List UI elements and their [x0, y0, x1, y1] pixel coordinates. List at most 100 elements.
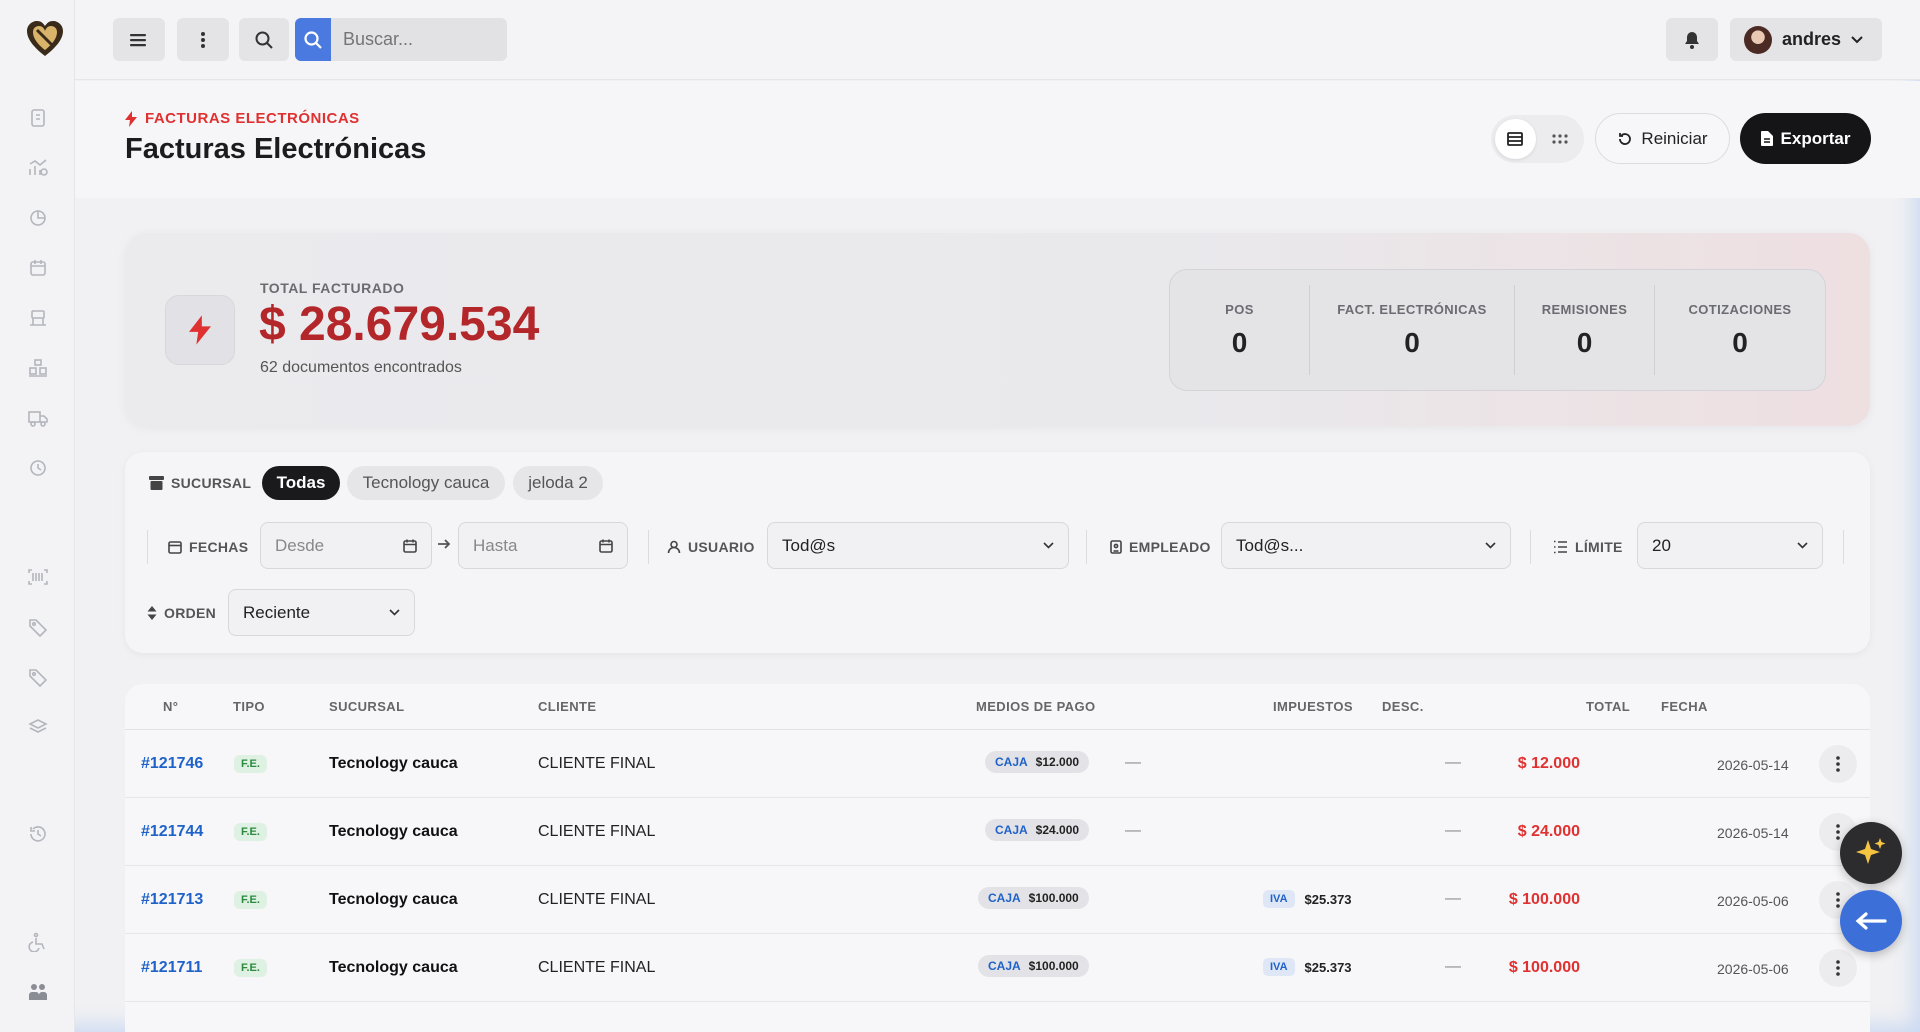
sidebar: [0, 0, 75, 1032]
layers-icon[interactable]: [26, 715, 50, 739]
history-icon[interactable]: [26, 822, 50, 846]
fecha-cell: 2026-05-06: [1717, 961, 1789, 977]
cliente-cell: CLIENTE FINAL: [538, 891, 656, 908]
date-from-input[interactable]: Desde: [260, 522, 432, 569]
kebab-icon: [1836, 892, 1840, 908]
orden-select[interactable]: Reciente: [228, 589, 415, 636]
sucursal-label-text: SUCURSAL: [171, 475, 252, 491]
tags-icon[interactable]: [26, 665, 50, 689]
usuario-label-text: USUARIO: [688, 539, 755, 555]
topbar: andres: [75, 0, 1920, 80]
grid-view-button[interactable]: [1540, 119, 1581, 159]
limite-select[interactable]: 20: [1637, 522, 1823, 569]
impuestos-cell: IVA $25.373: [1263, 955, 1352, 979]
branch-chip-jeloda-2[interactable]: jeloda 2: [513, 466, 603, 500]
chevron-down-icon: [389, 609, 400, 616]
payment-badge: CAJA $100.000: [978, 955, 1089, 977]
table-row[interactable]: #121713 F.E. Tecnology cauca CLIENTE FIN…: [125, 866, 1870, 934]
tag-icon[interactable]: [26, 615, 50, 639]
total-label: TOTAL FACTURADO: [260, 280, 405, 296]
collapse-panel-button[interactable]: [1840, 890, 1902, 952]
divider: [1530, 530, 1531, 564]
search-toggle-button[interactable]: [239, 18, 289, 61]
store-icon[interactable]: [26, 306, 50, 330]
invoice-number-link[interactable]: #121711: [141, 959, 202, 977]
table-row[interactable]: #121744 F.E. Tecnology cauca CLIENTE FIN…: [125, 798, 1870, 866]
impuestos-cell: —: [1125, 822, 1141, 839]
ai-assistant-button[interactable]: [1840, 822, 1902, 884]
calendar-icon[interactable]: [26, 256, 50, 280]
tax-type-badge: IVA: [1263, 958, 1295, 976]
row-actions-button[interactable]: [1819, 949, 1857, 987]
desc-cell: —: [1445, 890, 1461, 907]
table-row[interactable]: #121711 F.E. Tecnology cauca CLIENTE FIN…: [125, 934, 1870, 1002]
users-icon[interactable]: [26, 980, 50, 1004]
barcode-icon[interactable]: [26, 565, 50, 589]
fechas-filter-label: FECHAS: [168, 539, 248, 555]
col-medios-pago[interactable]: MEDIOS DE PAGO: [976, 699, 1095, 714]
limite-value: 20: [1652, 535, 1671, 555]
cliente-cell: CLIENTE FINAL: [538, 823, 656, 840]
fecha-cell: 2026-05-06: [1717, 893, 1789, 909]
col-total[interactable]: TOTAL: [1586, 699, 1630, 714]
branch-chip-tecnology-cauca[interactable]: Tecnology cauca: [347, 466, 505, 500]
sucursal-cell: Tecnology cauca: [329, 959, 458, 976]
sucursal-cell: Tecnology cauca: [329, 891, 458, 908]
empleado-select[interactable]: Tod@s...: [1221, 522, 1511, 569]
document-type-counts: POS 0 FACT. ELECTRÓNICAS 0 REMISIONES 0 …: [1169, 269, 1826, 391]
file-icon: [1760, 131, 1773, 146]
clock-icon[interactable]: [26, 456, 50, 480]
sort-icon: [147, 606, 157, 620]
count-label: REMISIONES: [1541, 301, 1628, 317]
invoice-number-link[interactable]: #121746: [141, 755, 203, 773]
boxes-icon[interactable]: [26, 356, 50, 380]
hamburger-icon: [130, 33, 146, 46]
export-label: Exportar: [1780, 128, 1851, 148]
tipo-badge: F.E.: [234, 755, 267, 773]
col-cliente[interactable]: CLIENTE: [538, 699, 596, 714]
notifications-button[interactable]: [1666, 18, 1718, 61]
table-view-button[interactable]: [1495, 119, 1536, 159]
usuario-select[interactable]: Tod@s: [767, 522, 1069, 569]
col-numero[interactable]: N°: [163, 699, 178, 714]
table-row[interactable]: [125, 1002, 1870, 1032]
col-impuestos[interactable]: IMPUESTOS: [1273, 699, 1353, 714]
limite-filter-label: LÍMITE: [1553, 539, 1623, 555]
more-options-button[interactable]: [177, 18, 229, 61]
cliente-cell: CLIENTE FINAL: [538, 755, 656, 772]
col-sucursal[interactable]: SUCURSAL: [329, 699, 404, 714]
sucursal-filter-label: SUCURSAL: [149, 475, 251, 491]
invoice-icon[interactable]: [26, 106, 50, 130]
search-submit-button[interactable]: [295, 18, 331, 61]
user-menu[interactable]: andres: [1730, 18, 1882, 61]
payment-method: CAJA: [995, 823, 1028, 837]
invoice-number-link[interactable]: #121744: [141, 823, 203, 841]
row-actions-button[interactable]: [1819, 745, 1857, 783]
truck-icon[interactable]: [26, 406, 50, 430]
count-label: COTIZACIONES: [1688, 301, 1792, 317]
app-logo[interactable]: [24, 18, 66, 60]
branch-chip-todas[interactable]: Todas: [262, 466, 340, 500]
wheelchair-icon[interactable]: [26, 930, 50, 954]
user-name: andres: [1782, 29, 1842, 49]
search-input[interactable]: [331, 29, 501, 50]
export-button[interactable]: Exportar: [1740, 113, 1871, 164]
count-fact-electronicas: FACT. ELECTRÓNICAS 0: [1310, 285, 1515, 375]
invoice-number-link[interactable]: #121713: [141, 891, 203, 909]
payment-badge: CAJA $12.000: [985, 751, 1090, 773]
col-fecha[interactable]: FECHA: [1661, 699, 1708, 714]
filters-card: SUCURSAL Todas Tecnology cauca jeloda 2 …: [125, 452, 1870, 653]
reset-button[interactable]: Reiniciar: [1595, 113, 1730, 164]
payment-badge: CAJA $24.000: [985, 819, 1090, 841]
date-to-input[interactable]: Hasta: [458, 522, 628, 569]
menu-button[interactable]: [113, 18, 165, 61]
chart-icon[interactable]: [26, 156, 50, 180]
tax-amount: $25.373: [1304, 959, 1352, 975]
col-desc[interactable]: DESC.: [1382, 699, 1424, 714]
table-row[interactable]: #121746 F.E. Tecnology cauca CLIENTE FIN…: [125, 730, 1870, 798]
total-summary-card: TOTAL FACTURADO $ 28.679.534 62 document…: [125, 233, 1870, 426]
pie-chart-icon[interactable]: [26, 206, 50, 230]
tipo-badge: F.E.: [234, 823, 267, 841]
col-tipo[interactable]: TIPO: [233, 699, 265, 714]
payment-amount: $100.000: [1028, 891, 1079, 905]
